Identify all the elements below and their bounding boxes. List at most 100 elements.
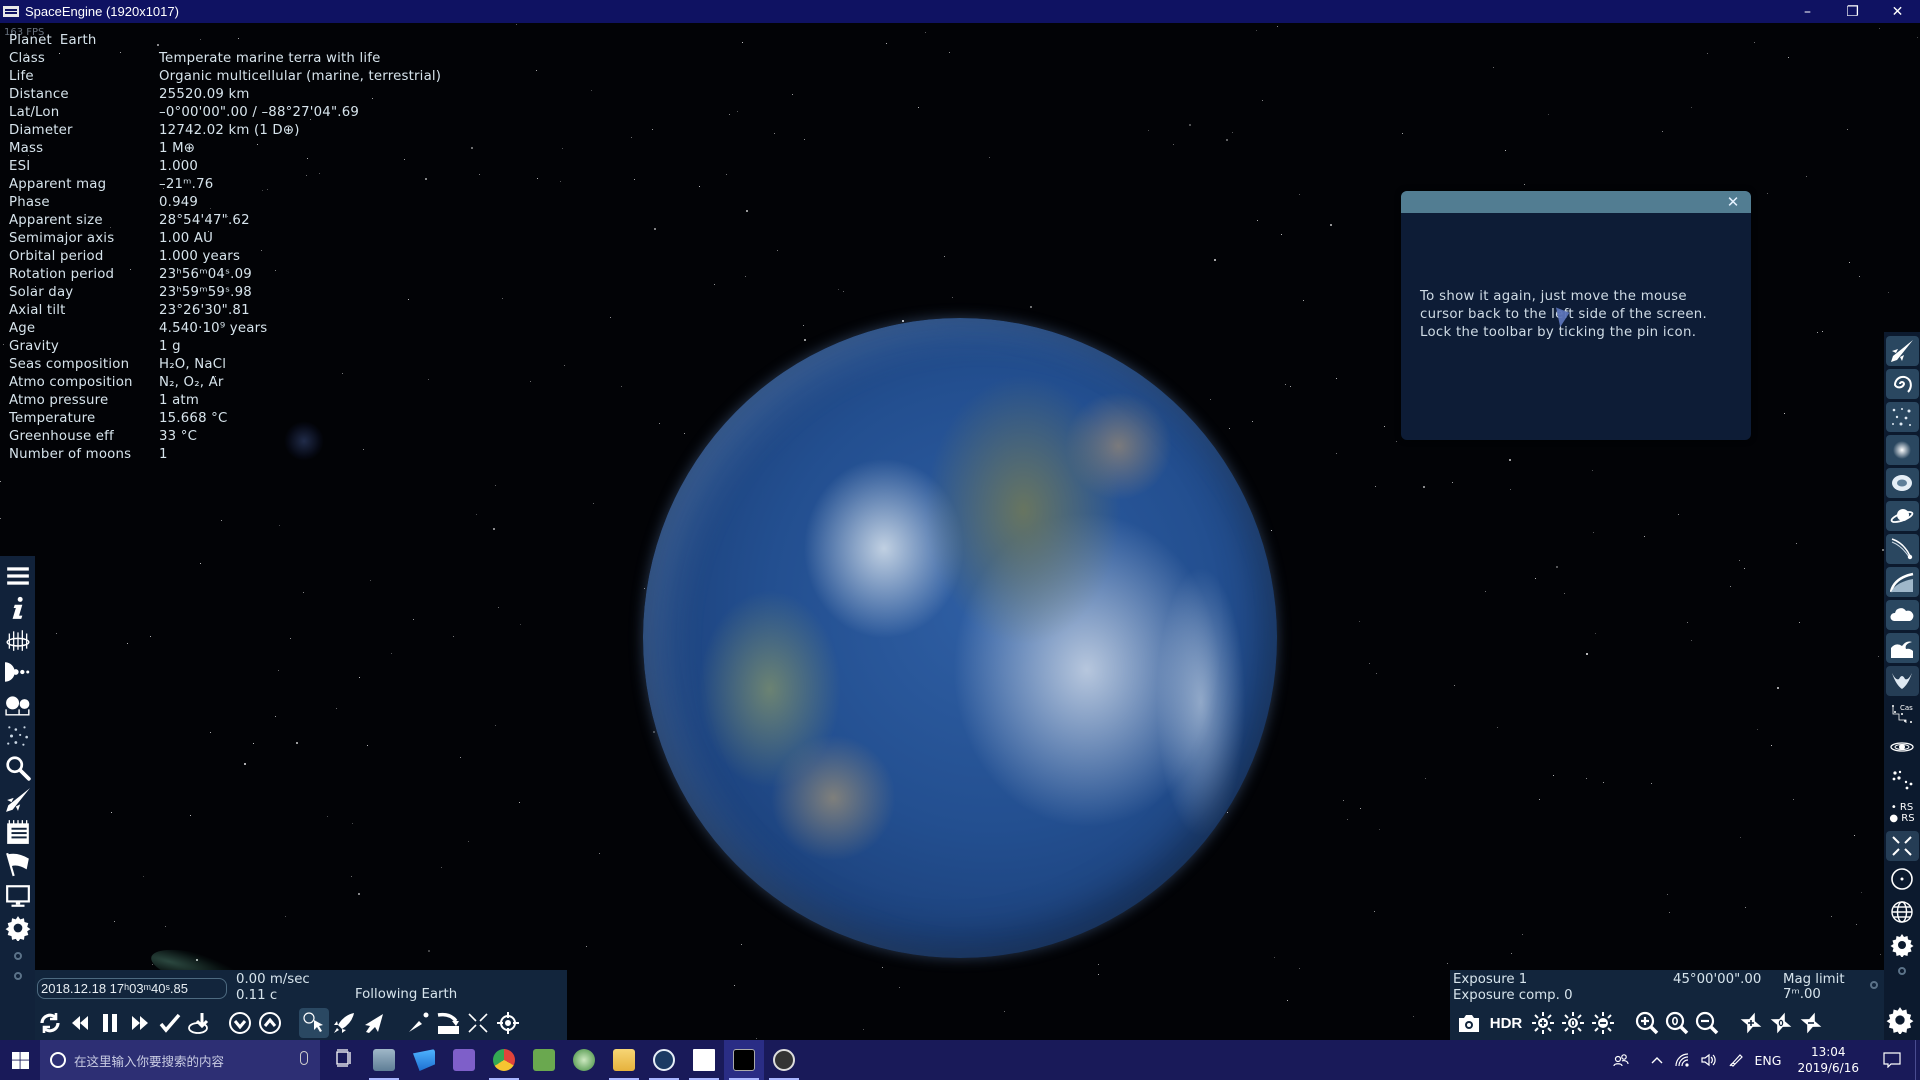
close-window-button[interactable]: ✕ — [1875, 0, 1920, 23]
wifi-icon[interactable] — [1669, 1040, 1695, 1080]
rocket-icon[interactable] — [329, 1008, 359, 1038]
star — [1767, 193, 1768, 194]
flag-icon[interactable] — [2, 848, 34, 880]
star-minus-icon[interactable] — [1796, 1008, 1826, 1038]
go-to-icon[interactable] — [403, 1008, 433, 1038]
taskbar-app-hardware[interactable] — [524, 1040, 564, 1080]
circle-chevron-up-icon[interactable] — [255, 1008, 285, 1038]
sync-icon[interactable] — [35, 1008, 65, 1038]
show-desktop-button[interactable] — [1915, 1040, 1920, 1080]
star-cluster-icon[interactable] — [1885, 434, 1919, 465]
taskbar-app-resource-monitor[interactable] — [364, 1040, 404, 1080]
comet-icon[interactable] — [1885, 533, 1919, 564]
taskbar-app-calculator[interactable] — [684, 1040, 724, 1080]
hamburger-menu-icon[interactable] — [2, 560, 34, 592]
markers-icon[interactable] — [1886, 765, 1919, 795]
star-zero-icon[interactable] — [1766, 1008, 1796, 1038]
pin-toggle[interactable] — [13, 952, 22, 960]
taskbar-app-file-explorer[interactable] — [604, 1040, 644, 1080]
hdr-label: HDR — [1489, 1014, 1523, 1032]
target-circle-icon[interactable] — [1886, 864, 1919, 894]
zoom-in-icon[interactable] — [1632, 1008, 1662, 1038]
windows-taskbar: 在这里输入你要搜索的内容 ENG 13:04 2019/6/16 — [0, 1040, 1920, 1080]
spaceship-icon[interactable] — [1885, 335, 1919, 366]
pin-toggle-right[interactable] — [1898, 967, 1906, 975]
zoom-out-icon[interactable] — [1692, 1008, 1722, 1038]
taskbar-app-obs[interactable] — [764, 1040, 804, 1080]
hdr-button[interactable]: HDR — [1484, 1008, 1528, 1038]
notepad-icon[interactable] — [2, 816, 34, 848]
volume-icon[interactable] — [1695, 1040, 1723, 1080]
windows-start-button[interactable] — [0, 1040, 40, 1080]
chevron-up-icon[interactable] — [1645, 1040, 1669, 1080]
airplane-icon[interactable] — [359, 1008, 389, 1038]
taskbar-app-xbox-tool[interactable] — [564, 1040, 604, 1080]
ringed-planet-icon[interactable] — [1885, 500, 1919, 531]
info-icon[interactable] — [2, 592, 34, 624]
stars-icon[interactable] — [1885, 401, 1919, 432]
nebula-icon[interactable] — [1885, 467, 1919, 498]
monitor-chart-icon — [373, 1049, 395, 1071]
star — [290, 638, 292, 640]
pause-icon[interactable] — [95, 1008, 125, 1038]
system-browser-icon[interactable] — [2, 624, 34, 656]
atmosphere-icon[interactable] — [1885, 566, 1919, 597]
rewind-icon[interactable] — [65, 1008, 95, 1038]
taskbar-app-remote-desktop[interactable] — [404, 1040, 444, 1080]
datetime-field[interactable]: 2018.12.18 17ʰ03ᵐ40ˢ.85 — [37, 978, 227, 999]
planet-earth[interactable] — [643, 318, 1277, 958]
zoom-zero-icon[interactable] — [1662, 1008, 1692, 1038]
object-compare-icon[interactable] — [2, 688, 34, 720]
collapse-icon[interactable] — [1885, 830, 1919, 861]
constellation-icon[interactable]: Cas — [1886, 699, 1919, 729]
monitor-icon[interactable] — [2, 880, 34, 912]
crosshair-icon[interactable] — [493, 1008, 523, 1038]
cloud-icon[interactable] — [1885, 599, 1919, 630]
action-center-icon[interactable] — [1869, 1040, 1915, 1080]
land-icon[interactable] — [433, 1008, 463, 1038]
taskbar-app-chrome[interactable] — [484, 1040, 524, 1080]
pin-toggle-bottom[interactable] — [13, 972, 22, 980]
search-icon[interactable] — [2, 752, 34, 784]
people-icon[interactable] — [1607, 1040, 1635, 1080]
microphone-icon[interactable] — [300, 1051, 308, 1065]
aurora-icon[interactable] — [1885, 665, 1919, 696]
taskbar-app-spaceengine[interactable] — [724, 1040, 764, 1080]
scatter-arrows-icon[interactable] — [463, 1008, 493, 1038]
pin-toggle-bottom-right[interactable] — [1870, 981, 1878, 989]
minimize-button[interactable]: – — [1785, 0, 1830, 23]
close-icon[interactable]: ✕ — [1724, 193, 1742, 211]
globe-cursor-icon[interactable] — [299, 1008, 329, 1038]
gear-icon[interactable] — [1886, 1006, 1916, 1036]
taskbar-search-box[interactable]: 在这里输入你要搜索的内容 — [40, 1040, 320, 1080]
planetary-system-icon[interactable] — [2, 656, 34, 688]
property-row: Apparent size 28°54'47".62 — [9, 212, 441, 230]
sun-minus-icon[interactable] — [1588, 1008, 1618, 1038]
star — [1917, 37, 1919, 39]
sun-plus-icon[interactable] — [1528, 1008, 1558, 1038]
taskbar-app-visual-studio[interactable] — [444, 1040, 484, 1080]
galaxy-icon[interactable] — [1885, 368, 1919, 399]
camera-icon[interactable] — [1454, 1008, 1484, 1038]
gear-icon[interactable] — [1886, 930, 1919, 960]
star — [1511, 953, 1512, 954]
wave-icon[interactable] — [1885, 632, 1919, 663]
labels-icon[interactable]: • RS ● RS — [1886, 798, 1919, 828]
clock-down-icon[interactable] — [185, 1008, 215, 1038]
check-icon[interactable] — [155, 1008, 185, 1038]
input-language[interactable]: ENG — [1749, 1040, 1788, 1080]
taskbar-clock[interactable]: 13:04 2019/6/16 — [1787, 1044, 1869, 1076]
gear-icon[interactable] — [2, 912, 34, 944]
star-field-icon[interactable] — [2, 720, 34, 752]
fast-forward-icon[interactable] — [125, 1008, 155, 1038]
sun-zero-icon[interactable] — [1558, 1008, 1588, 1038]
pen-icon[interactable] — [1723, 1040, 1749, 1080]
circle-chevron-down-icon[interactable] — [225, 1008, 255, 1038]
restore-button[interactable]: ❐ — [1830, 0, 1875, 23]
taskbar-app-task-view[interactable] — [324, 1040, 364, 1080]
star-plus-icon[interactable] — [1736, 1008, 1766, 1038]
globe-grid-icon[interactable] — [1886, 897, 1919, 927]
orbit-icon[interactable] — [1886, 732, 1919, 762]
taskbar-app-steam[interactable] — [644, 1040, 684, 1080]
spaceship-icon[interactable] — [2, 784, 34, 816]
